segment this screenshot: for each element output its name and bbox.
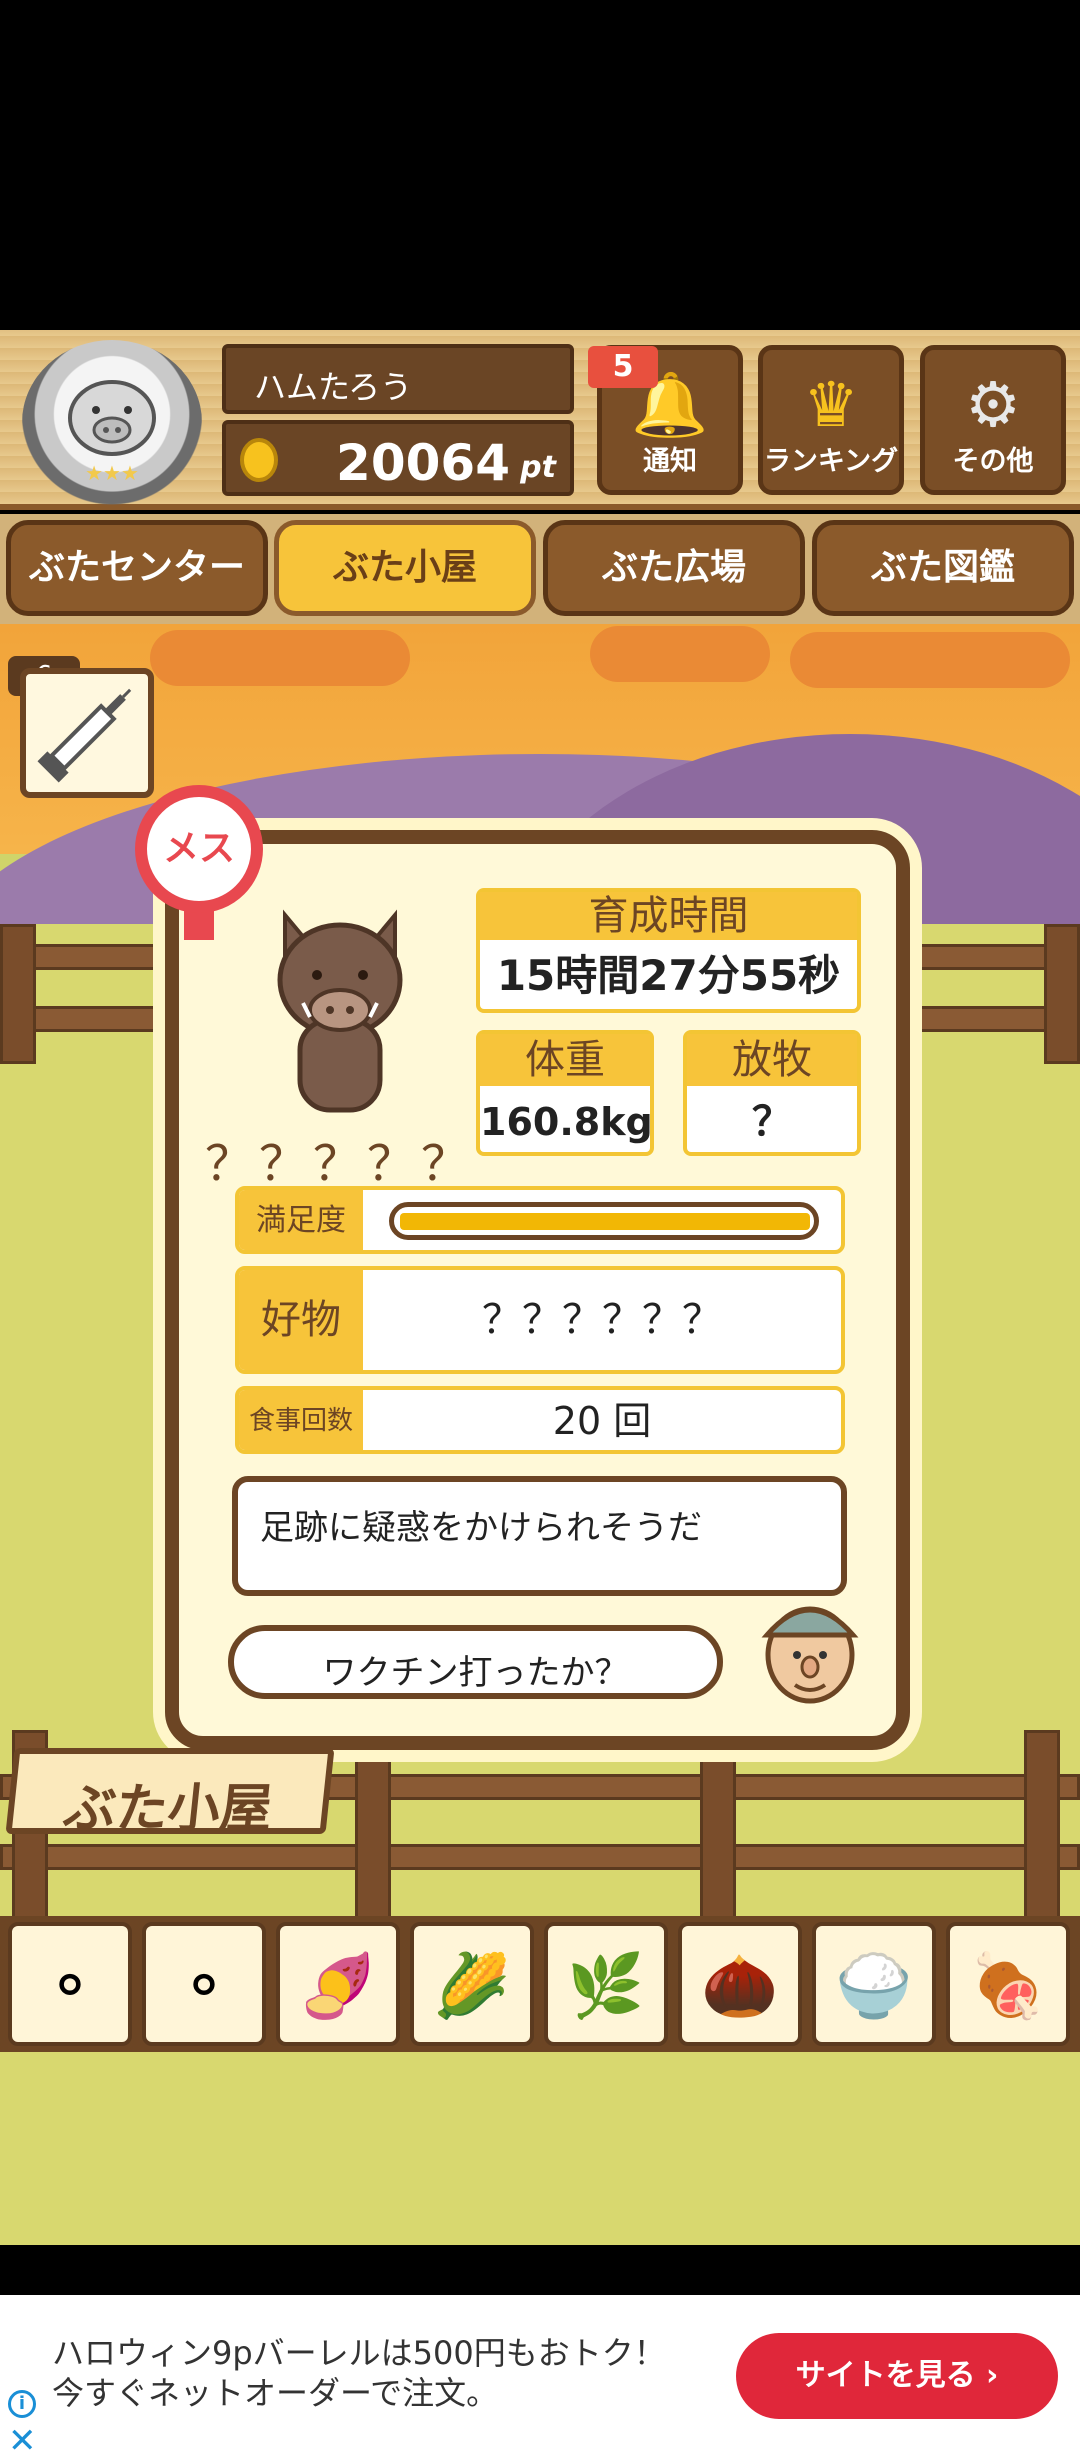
gender-label: メス [162,828,235,869]
weight-label: 体重 [480,1034,650,1086]
cloud [590,626,770,682]
fence-post [700,1730,736,1920]
message-bubble: 足跡に疑惑をかけられそうだ [232,1476,847,1596]
weight-value: 160.8kg [480,1100,653,1144]
meals-label: 食事回数 [239,1390,363,1450]
satisfaction-row: 満足度 [235,1186,845,1254]
grazing-box: 放牧 ？ [683,1030,861,1156]
growth-time-value: 15時間27分55秒 [496,951,841,1000]
grain-mix-icon[interactable]: ⚬ [142,1922,266,2046]
pig-house-sign: ぶた小屋 [5,1748,335,1839]
vaccine-question-bubble[interactable]: ワクチン打ったか？ [228,1625,723,1699]
ad-info-icon[interactable]: i [8,2390,36,2418]
tab-bar: ぶたセンター ぶた小屋 ぶた広場 ぶた図鑑 [0,514,1080,624]
favorite-row: 好物 ？？？？？？ [235,1266,845,1374]
tab-pig-plaza[interactable]: ぶた広場 [543,520,805,616]
svg-text:★★★: ★★★ [85,461,139,485]
message-text: 足跡に疑惑をかけられそうだ [260,1508,702,1548]
meatball-plate-icon[interactable]: 🍖 [946,1922,1070,2046]
fence-post [1044,924,1080,1064]
growth-time-box: 育成時間 15時間27分55秒 [476,888,861,1013]
notification-badge: 5 [588,346,658,388]
beans-icon[interactable]: 🌿 [544,1922,668,2046]
sign-text: ぶた小屋 [60,1779,276,1839]
grain-icon[interactable]: ⚬ [8,1922,132,2046]
favorite-value: ？？？？？？ [482,1297,722,1343]
farmer-icon [761,1606,859,1704]
coin-icon [240,438,278,482]
player-name: ハムたろう [254,368,413,406]
meals-row: 食事回数 20 回 [235,1386,845,1454]
acorn-icon[interactable]: 🌰 [678,1922,802,2046]
other-label: その他 [952,446,1034,477]
points-box: 20064 pt [222,420,574,496]
crown-icon: ♛ [803,368,859,441]
player-avatar[interactable]: ★★★ [22,340,202,505]
vaccine-question-text: ワクチン打ったか？ [322,1653,629,1693]
ad-text: ハロウィン9pバーレルは500円もおトク！今すぐネットオーダーで注文。 [52,2334,666,2412]
satisfaction-fill [400,1213,810,1230]
syringe-icon [37,688,132,783]
fence-rail [0,1844,1080,1870]
ranking-button[interactable]: ♛ ランキング [758,345,904,495]
sweet-potato-icon[interactable]: 🍠 [276,1922,400,2046]
rice-plate-icon[interactable]: 🍚 [812,1922,936,2046]
tab-pig-house[interactable]: ぶた小屋 [274,520,536,616]
pig-name: ？？？？？ [205,1136,476,1192]
tab-pig-encyclopedia[interactable]: ぶた図鑑 [812,520,1074,616]
status-bar-area [0,0,1080,330]
player-name-box: ハムたろう [222,344,574,414]
boar-image [277,909,403,1113]
fence-post [355,1730,391,1920]
grazing-value: ？ [752,1099,792,1145]
nav-spacer [0,2245,1080,2295]
satisfaction-label: 満足度 [239,1190,363,1250]
cloud [790,632,1070,688]
ad-close-icon[interactable]: ✕ [8,2421,37,2460]
fence-post [0,924,36,1064]
tab-pig-center[interactable]: ぶたセンター [6,520,268,616]
weight-box: 体重 160.8kg [476,1030,654,1156]
points-value: 20064 [336,434,510,492]
gear-icon: ⚙ [965,368,1021,441]
notification-label: 通知 [643,446,697,477]
vaccine-button[interactable] [20,668,154,798]
corn-icon[interactable]: 🌽 [410,1922,534,2046]
ad-banner[interactable]: ハロウィン9pバーレルは500円もおトク！今すぐネットオーダーで注文。 サイトを… [0,2295,1080,2460]
meals-value: 20 回 [552,1399,652,1443]
ad-visit-button[interactable]: サイトを見る › [736,2333,1058,2419]
grazing-label: 放牧 [687,1034,857,1086]
other-button[interactable]: ⚙ その他 [920,345,1066,495]
fence-post [1024,1730,1060,1920]
favorite-label: 好物 [239,1270,363,1370]
female-badge: メス [135,785,263,913]
points-unit: pt [520,450,556,485]
cloud [150,630,410,686]
ranking-label: ランキング [763,446,899,477]
growth-time-label: 育成時間 [480,892,857,940]
satisfaction-meter [389,1202,819,1240]
